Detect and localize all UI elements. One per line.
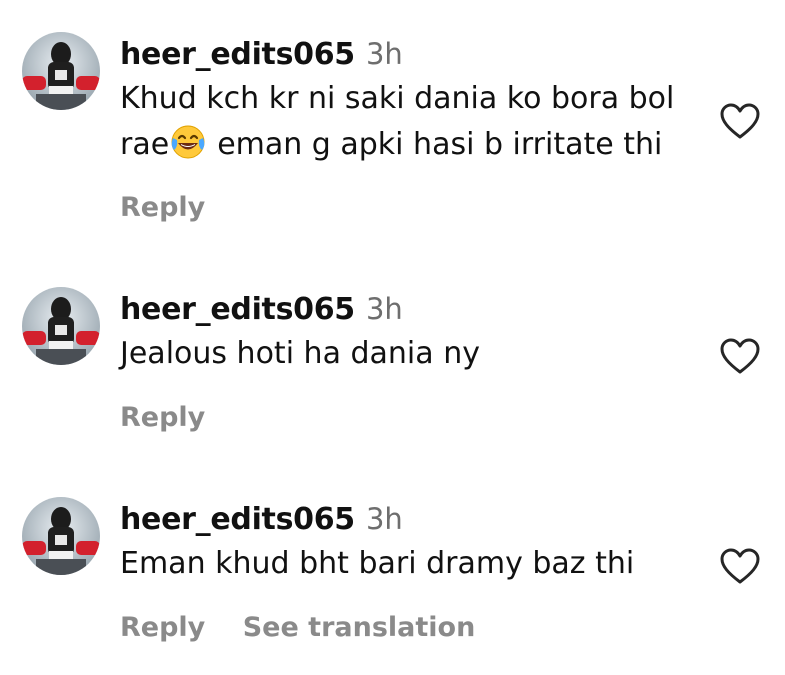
- avatar-image: [22, 287, 100, 365]
- comment-text-line: Khud kch kr ni saki dania ko bora bol: [120, 81, 675, 116]
- timestamp: 3h: [365, 37, 403, 71]
- avatar-image: [22, 32, 100, 110]
- comment-text-line: rae eman g apki hasi b irritate thi: [120, 122, 710, 168]
- reply-button[interactable]: Reply: [120, 402, 205, 433]
- comment-text: Jealous hoti ha dania ny: [120, 331, 710, 377]
- heart-outline-icon[interactable]: [719, 337, 761, 375]
- comment-text: Eman khud bht bari dramy baz thi: [120, 541, 710, 587]
- comment-text: Khud kch kr ni saki dania ko bora bol ra…: [120, 76, 710, 168]
- comment-header: heer_edits065 3h: [120, 34, 403, 74]
- avatar[interactable]: [22, 497, 100, 575]
- avatar-image: [22, 497, 100, 575]
- heart-outline-icon[interactable]: [719, 547, 761, 585]
- comment-actions: Reply: [120, 188, 205, 228]
- face-with-tears-of-joy-icon: [171, 125, 205, 159]
- reply-button[interactable]: Reply: [120, 192, 205, 223]
- comment-text-line: Jealous hoti ha dania ny: [120, 336, 480, 371]
- comment-actions: Reply See translation: [120, 608, 475, 648]
- username[interactable]: heer_edits065: [120, 37, 355, 72]
- timestamp: 3h: [365, 502, 403, 536]
- comment-actions: Reply: [120, 398, 205, 438]
- comment-text-fragment: rae: [120, 127, 170, 162]
- comment-text-line: Eman khud bht bari dramy baz thi: [120, 546, 635, 581]
- timestamp: 3h: [365, 292, 403, 326]
- avatar[interactable]: [22, 32, 100, 110]
- see-translation-link[interactable]: See translation: [243, 612, 476, 643]
- comment-text-fragment: eman g apki hasi b irritate thi: [217, 127, 663, 162]
- username[interactable]: heer_edits065: [120, 292, 355, 327]
- username[interactable]: heer_edits065: [120, 502, 355, 537]
- heart-outline-icon[interactable]: [719, 102, 761, 140]
- comment-header: heer_edits065 3h: [120, 499, 403, 539]
- reply-button[interactable]: Reply: [120, 612, 205, 643]
- avatar[interactable]: [22, 287, 100, 365]
- comment-header: heer_edits065 3h: [120, 289, 403, 329]
